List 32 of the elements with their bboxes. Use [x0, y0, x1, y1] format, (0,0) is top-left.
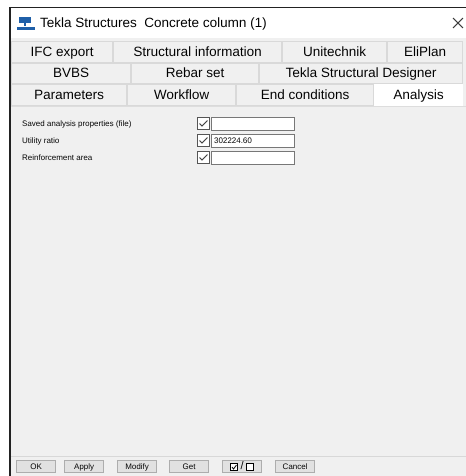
tab[interactable]: Structural information	[113, 41, 282, 62]
tab[interactable]: Parameters	[11, 84, 127, 106]
checkbox[interactable]	[197, 134, 210, 147]
app-logo-icon	[17, 16, 35, 30]
tab[interactable]: Rebar set	[131, 62, 259, 84]
tab[interactable]: End conditions	[236, 84, 374, 106]
dialog-button[interactable]: Modify	[117, 460, 157, 473]
tab[interactable]: EliPlan	[387, 41, 463, 62]
slash-text: /	[240, 461, 244, 472]
dialog-button[interactable]: Apply	[64, 460, 104, 473]
dialog-button[interactable]: Get	[169, 460, 209, 473]
input-field[interactable]	[211, 116, 295, 130]
field-label: Utility ratio	[22, 134, 60, 146]
checkbox[interactable]	[197, 117, 210, 130]
tab[interactable]: IFC export	[11, 41, 113, 62]
field-label: Saved analysis properties (file)	[22, 118, 132, 130]
tab[interactable]: Analysis	[374, 84, 463, 106]
tab[interactable]: Unitechnik	[282, 41, 387, 62]
window-title: Tekla Structures Concrete column (1)	[40, 14, 267, 32]
input-field[interactable]	[211, 150, 295, 164]
checked-box-icon	[230, 462, 238, 470]
tab[interactable]: BVBS	[11, 62, 131, 84]
close-icon[interactable]	[452, 17, 464, 29]
dialog-button[interactable]: Cancel	[275, 460, 315, 473]
empty-box-icon	[246, 462, 254, 470]
toggle-all-button[interactable]: /	[222, 460, 262, 473]
field-label: Reinforcement area	[22, 152, 94, 164]
input-field[interactable]: 302224.60	[211, 134, 295, 148]
checkbox[interactable]	[197, 151, 210, 164]
dialog-button[interactable]: OK	[16, 460, 56, 473]
tab[interactable]: Tekla Structural Designer	[259, 62, 463, 84]
tab[interactable]: Workflow	[127, 84, 236, 106]
